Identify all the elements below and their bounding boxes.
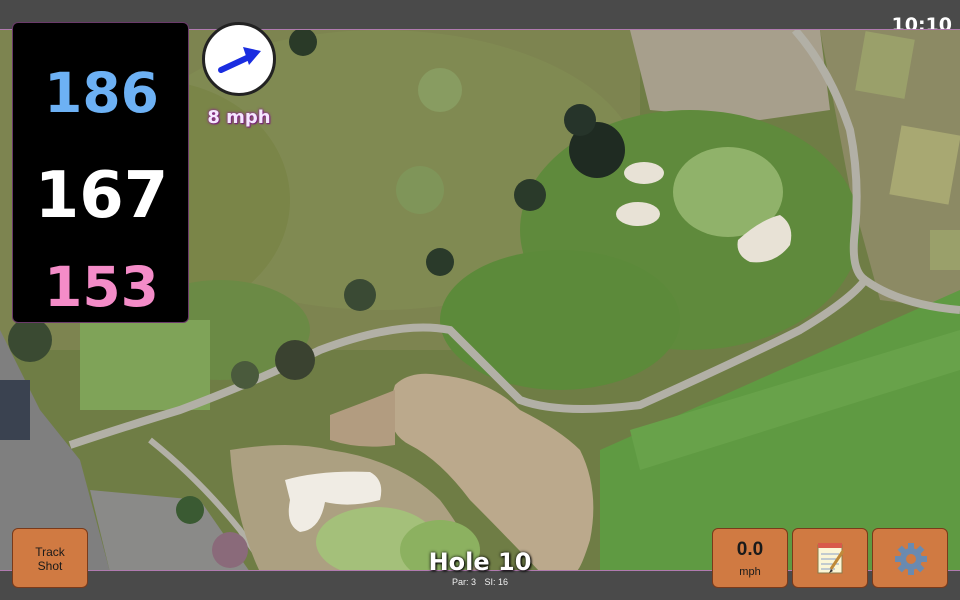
front-distance: 153 <box>44 255 159 319</box>
track-shot-label-line1: Track <box>35 545 65 559</box>
wind-speed-button[interactable]: 0.0 mph <box>712 528 788 588</box>
middle-distance: 167 <box>34 159 169 233</box>
wind-speed-unit: mph <box>739 566 761 578</box>
notes-button[interactable] <box>792 528 868 588</box>
hole-par: Par: 3 <box>451 577 476 587</box>
track-shot-button[interactable]: Track Shot <box>12 528 88 588</box>
wind-speed-label: 8 mph <box>207 107 271 128</box>
hole-details: Par: 3 SI: 16 <box>380 577 580 587</box>
wind-speed-value: 0.0 <box>736 539 764 560</box>
wind-direction-dial <box>202 22 276 96</box>
gear-icon <box>895 543 927 575</box>
wind-arrow-icon <box>218 47 261 73</box>
back-distance: 186 <box>44 61 159 125</box>
app-screen: 10:10 186 167 153 8 mph Track Shot Hole … <box>0 0 960 600</box>
distance-panel: 186 167 153 <box>12 22 189 323</box>
settings-button[interactable] <box>872 528 948 588</box>
hole-stroke-index: SI: 16 <box>484 577 509 587</box>
notepad-icon <box>817 543 845 574</box>
hole-title: Hole 10 <box>428 548 532 576</box>
track-shot-label-line2: Shot <box>37 559 63 573</box>
